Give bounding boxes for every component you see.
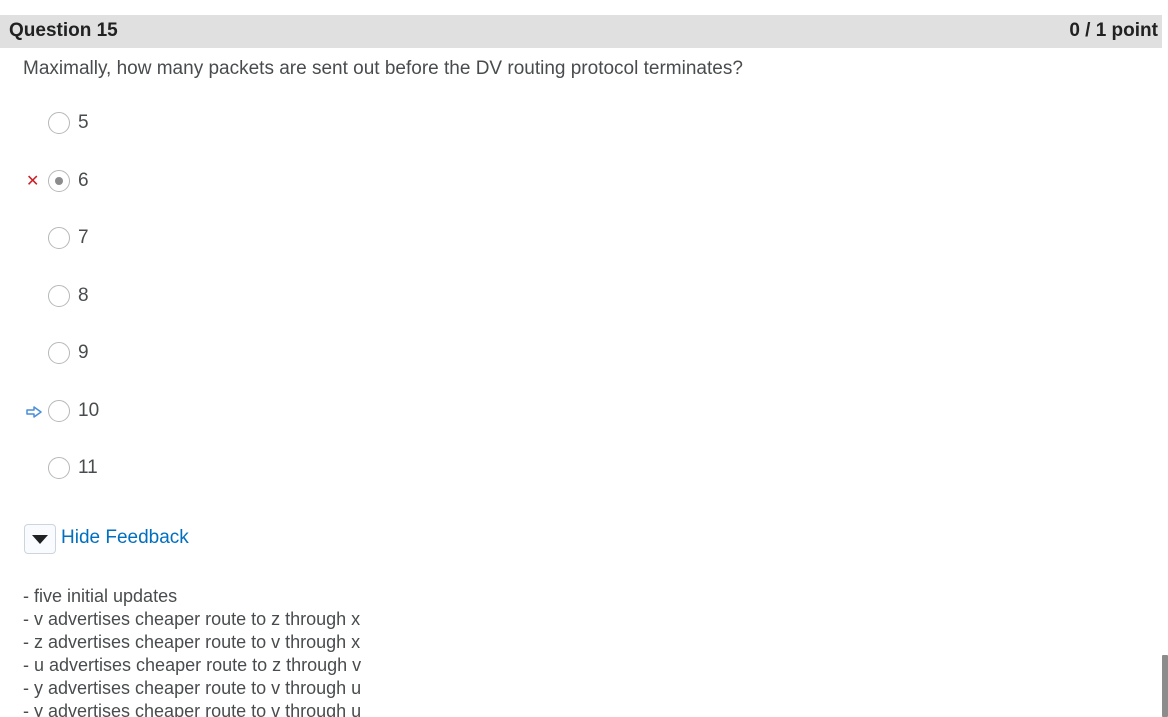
question-header: Question 15 0 / 1 point [0,15,1162,48]
answer-option-6[interactable]: ✕ 6 [0,169,400,197]
option-label: 9 [78,342,89,363]
radio-button[interactable] [48,227,70,249]
radio-button[interactable] [48,400,70,422]
feedback-line: - v advertises cheaper route to z throug… [23,609,361,629]
option-label: 7 [78,227,89,248]
radio-button-selected[interactable] [48,170,70,192]
question-score: 0 / 1 point [1069,20,1158,41]
feedback-line: - z advertises cheaper route to v throug… [23,632,361,652]
option-label: 10 [78,400,100,421]
feedback-line: - u advertises cheaper route to z throug… [23,655,362,675]
hide-feedback-link[interactable]: Hide Feedback [61,527,189,549]
option-label: 8 [78,285,89,306]
scrollbar-thumb[interactable] [1162,655,1168,717]
option-label: 5 [78,112,89,133]
option-label: 11 [78,457,98,478]
incorrect-x-icon: ✕ [26,173,40,190]
question-title: Question 15 [9,20,118,41]
answer-option-9[interactable]: 9 [0,341,400,369]
answer-option-5[interactable]: 5 [0,111,400,139]
feedback-line: - y advertises cheaper route to v throug… [23,701,362,717]
correct-answer-arrow-icon [26,402,44,422]
answer-option-8[interactable]: 8 [0,284,400,312]
answer-option-7[interactable]: 7 [0,226,400,254]
option-label: 6 [78,170,89,191]
feedback-text: - five initial updates - v advertises ch… [23,585,361,717]
answer-option-10[interactable]: 10 [0,399,400,427]
radio-button[interactable] [48,112,70,134]
radio-button[interactable] [48,457,70,479]
triangle-down-icon [32,535,48,544]
feedback-line: - five initial updates [23,586,178,606]
feedback-line: - y advertises cheaper route to v throug… [23,678,362,698]
feedback-toggle-button[interactable] [24,524,56,554]
radio-button[interactable] [48,285,70,307]
question-text: Maximally, how many packets are sent out… [23,58,743,79]
radio-button[interactable] [48,342,70,364]
answer-option-11[interactable]: 11 [0,456,400,484]
quiz-question-page: Question 15 0 / 1 point Maximally, how m… [0,0,1168,717]
